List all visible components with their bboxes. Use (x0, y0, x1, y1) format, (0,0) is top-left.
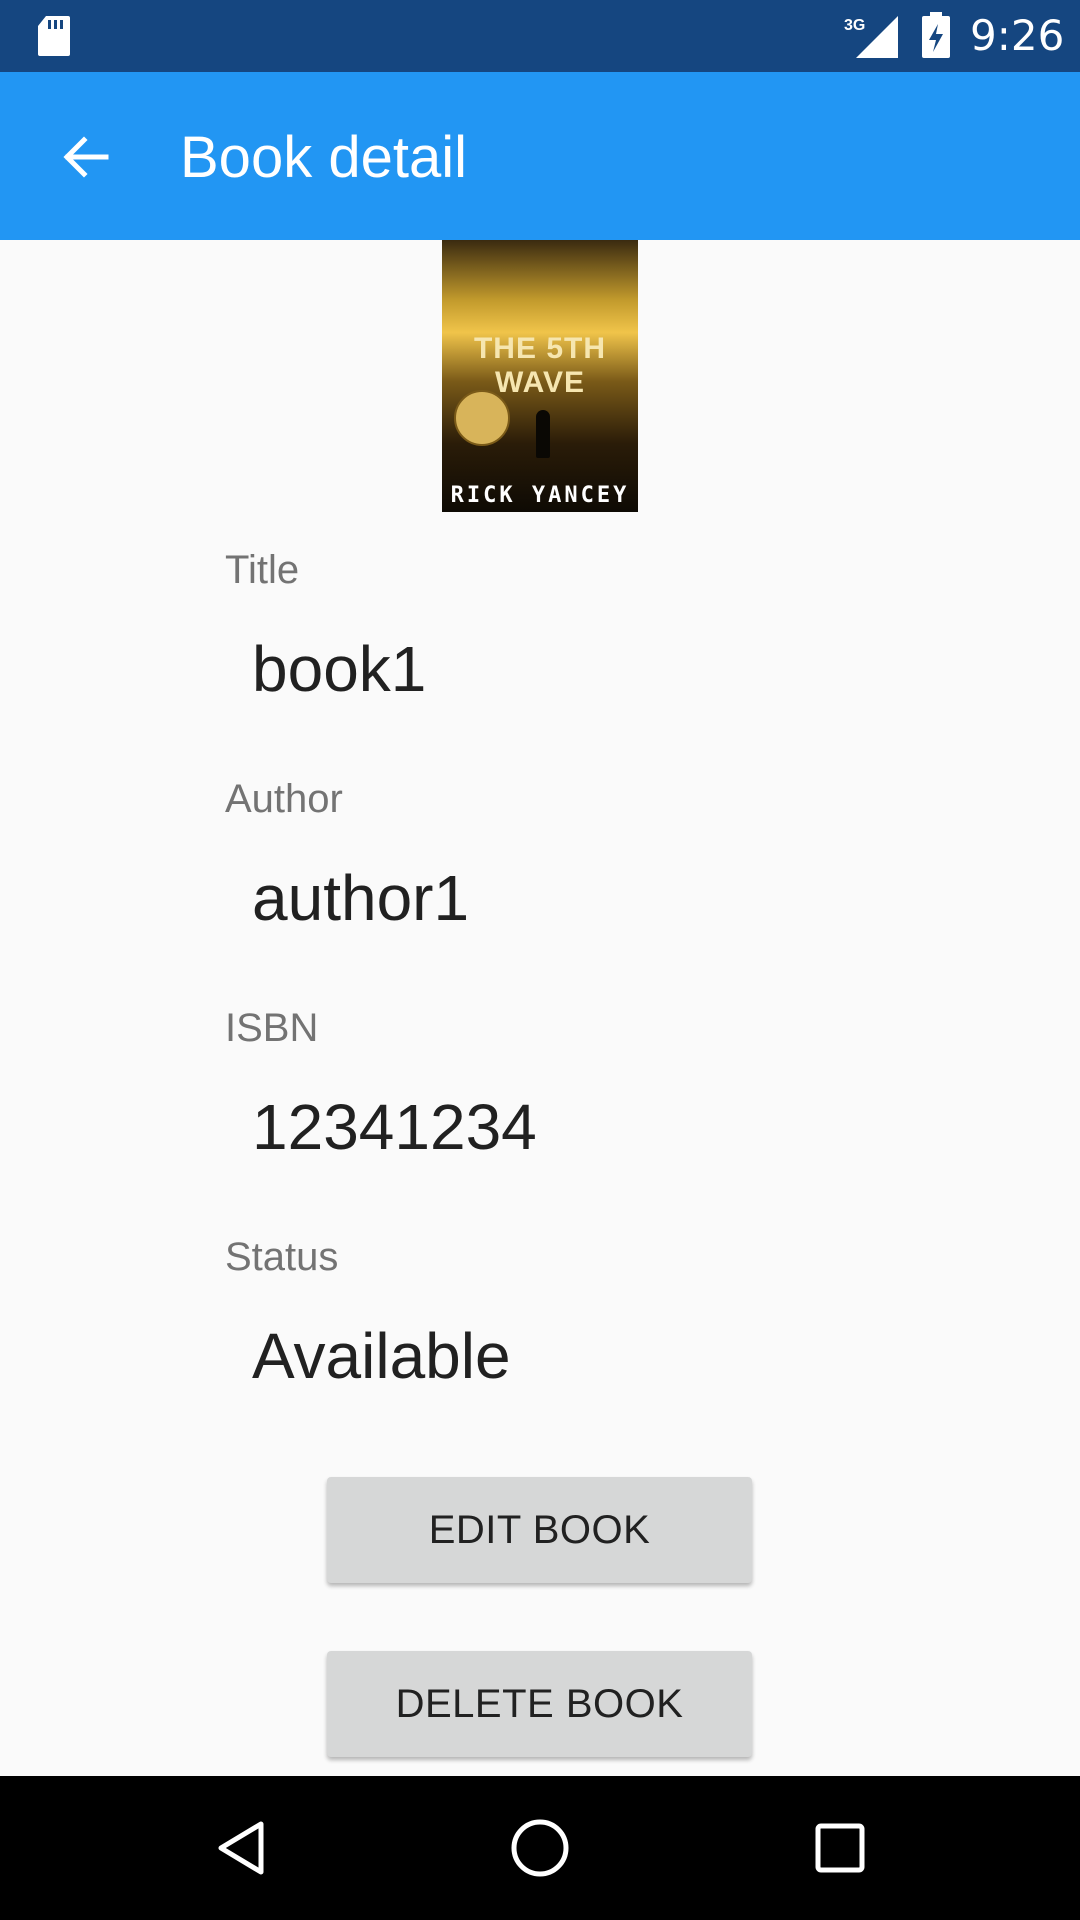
back-triangle-icon (218, 1821, 264, 1875)
page-title: Book detail (180, 125, 467, 190)
network-type-label: 3G (844, 17, 865, 34)
status-value: Available (252, 1320, 511, 1392)
home-circle-icon (511, 1819, 569, 1877)
title-value: book1 (252, 633, 427, 705)
nav-home-button[interactable] (494, 1802, 586, 1894)
status-bar: 3G 9:26 (0, 0, 1080, 72)
cover-title: THE 5TH WAVE (473, 332, 606, 399)
isbn-label: ISBN (225, 1006, 319, 1050)
book-cover-image: THE 5TH WAVE RICK YANCEY (442, 240, 638, 512)
delete-book-button[interactable]: DELETE BOOK (327, 1651, 752, 1757)
nav-recents-button[interactable] (794, 1802, 886, 1894)
battery-charging-icon (922, 12, 950, 58)
isbn-value: 12341234 (252, 1091, 537, 1163)
cover-author: RICK YANCEY (450, 483, 630, 508)
signal-icon: 3G (844, 16, 898, 58)
back-button[interactable] (40, 112, 130, 202)
app-bar: Book detail (0, 72, 1080, 240)
recents-square-icon (815, 1823, 865, 1873)
clock: 9:26 (970, 11, 1065, 60)
cover-figure (536, 410, 550, 458)
sd-card-icon (38, 16, 70, 56)
author-label: Author (225, 777, 343, 821)
author-value: author1 (252, 862, 470, 934)
edit-book-button[interactable]: EDIT BOOK (327, 1477, 752, 1583)
title-label: Title (225, 548, 300, 592)
nav-back-button[interactable] (195, 1802, 287, 1894)
status-label: Status (225, 1235, 339, 1279)
arrow-back-icon (63, 136, 109, 178)
navigation-bar (0, 1776, 1080, 1920)
